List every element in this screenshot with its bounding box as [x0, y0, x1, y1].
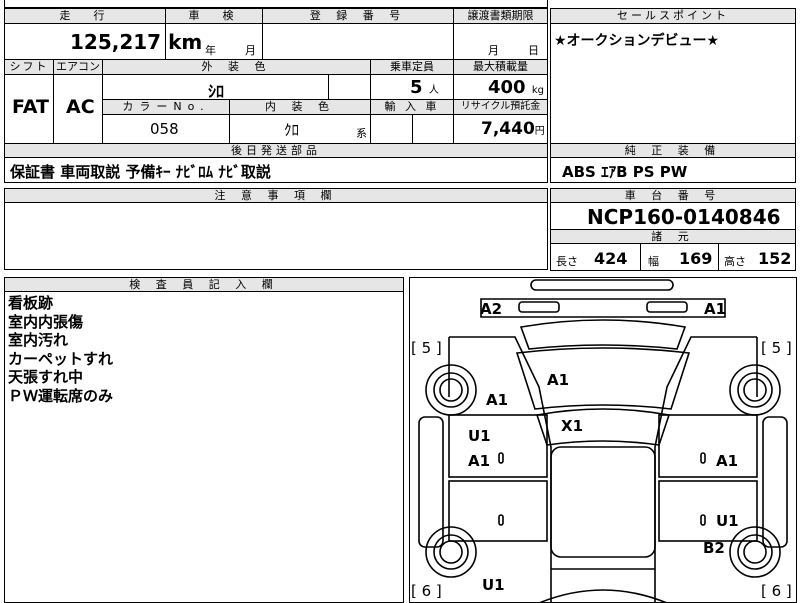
- later-parts-label: 後日発送部品: [4, 143, 548, 158]
- inspector-notes: 看板跡 室内内張傷 室内汚れ カーペットすれ 天張すれ中 ＰＷ運転席のみ: [8, 294, 113, 405]
- mark-right-rear-door: U1: [716, 512, 739, 530]
- mark-right-front-door: A1: [716, 452, 739, 470]
- exterior-label: 外 装 色: [102, 59, 371, 75]
- later-parts-value: 保証書 車両取説 予備ｷｰ ﾅﾋﾞﾛﾑ ﾅﾋﾞ取説: [10, 163, 271, 181]
- length-label: 長さ: [556, 255, 578, 268]
- exterior-divider: [328, 74, 329, 100]
- transfer-month-unit: 月: [488, 44, 499, 57]
- height-value: 152: [758, 249, 792, 268]
- inspector-note: カーペットすれ: [8, 349, 114, 368]
- dimensions-divider-1: [640, 243, 641, 271]
- inspector-note: 天張すれ中: [8, 368, 84, 386]
- inspection-year-unit: 年: [205, 44, 216, 57]
- recycle-label: リサイクル預託金: [453, 99, 548, 115]
- height-label: 高さ: [724, 255, 746, 268]
- shift-value: FAT: [12, 96, 49, 118]
- mark-front-right-corner: A1: [704, 300, 727, 318]
- ac-value: AC: [66, 96, 95, 118]
- mark-front-left-corner: A2: [480, 300, 503, 318]
- interior-label: 内 装 色: [229, 99, 371, 115]
- top-strip: [4, 0, 548, 8]
- interior-cell: [229, 114, 371, 144]
- registration-label: 登 録 番 号: [262, 8, 454, 24]
- mark-right-rear-fender: B2: [703, 539, 725, 557]
- inspector-note: ＰＷ運転席のみ: [8, 386, 114, 405]
- exterior-cell: [102, 74, 371, 100]
- transfer-deadline-label: 譲渡書類期限: [453, 8, 548, 24]
- registration-cell: [262, 23, 454, 60]
- color-no-value: 058: [150, 120, 179, 138]
- inspector-note: 看板跡: [8, 294, 54, 312]
- mark-hood: A1: [547, 371, 570, 389]
- inspection-label: 車 検: [165, 8, 263, 24]
- notes-cell: [4, 202, 548, 270]
- color-no-label: カラーNo.: [102, 99, 230, 115]
- mark-left-fender: A1: [486, 391, 509, 409]
- capacity-label: 乗車定員: [370, 59, 454, 75]
- capacity-number: 5: [410, 77, 423, 98]
- dimensions-label: 諸 元: [550, 229, 796, 244]
- interior-value: ｸﾛ: [284, 121, 300, 139]
- selling-point-text: ★オークションデビュー★: [554, 33, 720, 49]
- inspector-note: 室内内張傷: [8, 312, 84, 331]
- max-load-unit: kg: [531, 85, 544, 96]
- inspector-label: 検 査 員 記 入 欄: [4, 277, 404, 292]
- tire-front-right: [ 5 ]: [761, 339, 792, 357]
- inspector-note: 室内汚れ: [8, 331, 69, 349]
- max-load-value: 400 kg: [488, 77, 544, 98]
- mileage-label: 走 行: [4, 8, 166, 24]
- ac-label: エアコン: [53, 59, 103, 75]
- length-value: 424: [594, 249, 628, 268]
- genuine-equipment-value: ABS ｴｱB PS PW: [562, 163, 688, 181]
- capacity-unit: 人: [428, 85, 439, 96]
- capacity-value: 5 人: [410, 77, 439, 98]
- mark-left-front-door-upper: U1: [468, 427, 491, 445]
- tire-rear-left: [ 6 ]: [411, 582, 442, 600]
- selling-point-label: セールスポイント: [550, 8, 796, 24]
- recycle-value: 7,440円: [481, 119, 545, 139]
- width-value: 169: [679, 249, 713, 268]
- tire-front-left: [ 5 ]: [411, 339, 442, 357]
- mark-windshield: X1: [561, 417, 584, 435]
- notes-label: 注 意 事 項 欄: [4, 188, 548, 203]
- import-divider: [412, 114, 413, 144]
- genuine-equipment-label: 純 正 装 備: [550, 143, 796, 158]
- recycle-number: 7,440: [481, 119, 535, 139]
- recycle-unit: 円: [534, 126, 545, 137]
- mark-left-front-door: A1: [468, 452, 491, 470]
- width-label: 幅: [648, 255, 659, 268]
- dimensions-divider-2: [718, 243, 719, 271]
- transfer-day-unit: 日: [528, 44, 539, 57]
- chassis-value: NCP160-0140846: [587, 205, 781, 229]
- inspection-month-unit: 月: [245, 44, 256, 57]
- max-load-label: 最大積載量: [453, 59, 548, 75]
- shift-label: シフト: [4, 59, 54, 75]
- import-label: 輸 入 車: [370, 99, 454, 115]
- interior-unit: 系: [356, 127, 367, 140]
- mark-left-rear: U1: [482, 576, 505, 594]
- max-load-number: 400: [488, 77, 526, 98]
- tire-rear-right: [ 6 ]: [761, 582, 792, 600]
- chassis-label: 車 台 番 号: [550, 188, 796, 203]
- mileage-number: 125,217: [70, 30, 162, 54]
